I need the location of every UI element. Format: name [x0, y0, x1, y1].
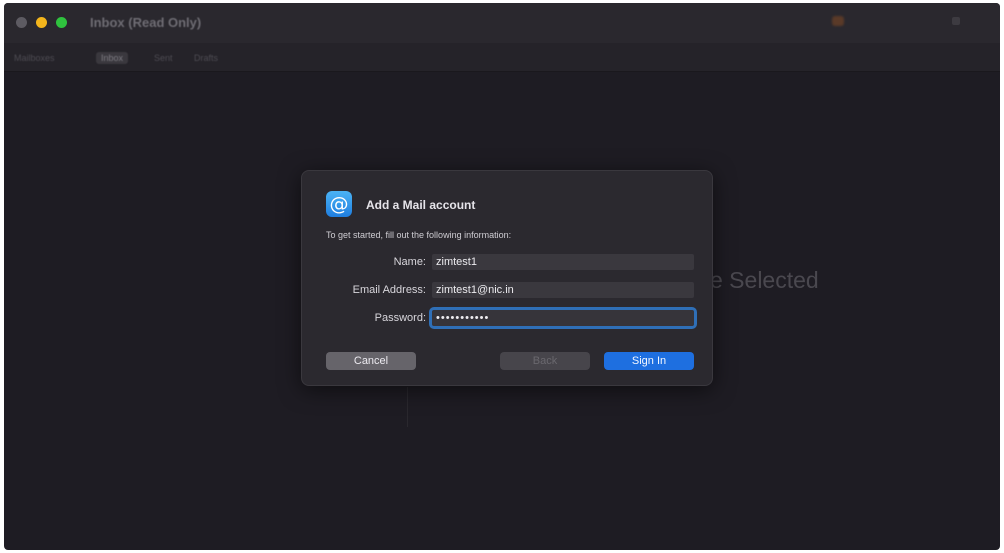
toolbar-search-icon[interactable] — [952, 17, 960, 25]
window-title: Inbox (Read Only) — [90, 15, 202, 30]
mail-window: Inbox (Read Only) Mailboxes Inbox Sent D… — [4, 3, 1000, 550]
toolbar-flag-icon[interactable] — [832, 16, 844, 26]
name-field[interactable]: zimtest1 — [432, 254, 694, 270]
name-label: Name: — [393, 256, 426, 268]
title-bar: Inbox (Read Only) — [4, 3, 1000, 43]
tab-sent[interactable]: Sent — [154, 52, 173, 64]
no-message-selected-text: e Selected — [710, 267, 819, 293]
password-label: Password: — [374, 312, 426, 324]
back-button[interactable]: Back — [500, 352, 590, 370]
sign-in-button[interactable]: Sign In — [604, 352, 694, 370]
password-field[interactable]: ••••••••••• — [429, 307, 697, 329]
zoom-window-button[interactable] — [56, 17, 67, 28]
cancel-button[interactable]: Cancel — [326, 352, 416, 370]
email-address-field[interactable]: zimtest1@nic.in — [432, 282, 694, 298]
tab-mailboxes[interactable]: Mailboxes — [14, 52, 55, 64]
email-address-label: Email Address: — [352, 284, 426, 296]
dialog-title: Add a Mail account — [366, 198, 476, 212]
at-sign-icon: @ — [326, 191, 352, 217]
minimize-window-button[interactable] — [36, 17, 47, 28]
tab-inbox[interactable]: Inbox — [96, 52, 129, 64]
add-mail-account-dialog: @ Add a Mail account To get started, fil… — [301, 170, 713, 386]
pane-divider — [407, 387, 408, 427]
close-window-button[interactable] — [16, 17, 27, 28]
mailbox-tab-bar: Mailboxes Inbox Sent Drafts — [4, 43, 1000, 72]
dialog-subtitle: To get started, fill out the following i… — [326, 230, 512, 240]
tab-drafts[interactable]: Drafts — [194, 52, 218, 64]
